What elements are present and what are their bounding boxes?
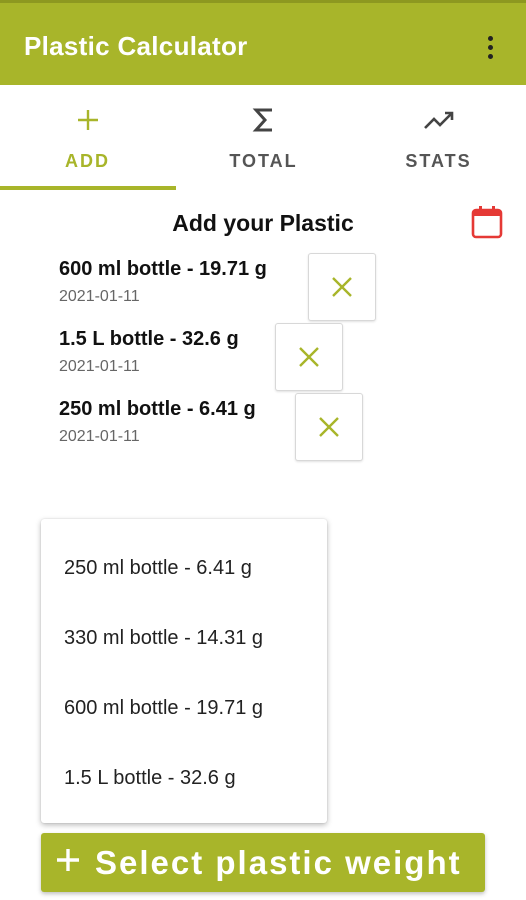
select-plastic-weight-button[interactable]: Select plastic weight: [41, 833, 485, 892]
plus-icon: [0, 105, 175, 135]
calendar-icon[interactable]: [470, 204, 504, 240]
tab-add[interactable]: ADD: [0, 85, 175, 190]
more-vert-icon[interactable]: [476, 29, 504, 65]
tab-bar: ADD TOTAL STATS: [0, 85, 526, 190]
close-icon: [319, 417, 339, 437]
entry-title: 250 ml bottle - 6.41 g: [59, 398, 256, 420]
entry-date: 2021-01-11: [59, 288, 140, 305]
section-title: Add your Plastic: [172, 210, 354, 236]
menu-item[interactable]: 1.5 L bottle - 32.6 g: [64, 758, 236, 798]
sigma-icon: [176, 105, 351, 135]
close-icon: [332, 277, 352, 297]
plastic-entry: 250 ml bottle - 6.41 g 2021-01-11: [59, 398, 256, 446]
entry-title: 1.5 L bottle - 32.6 g: [59, 328, 239, 350]
tab-add-label: ADD: [65, 151, 110, 171]
plastic-entry: 600 ml bottle - 19.71 g 2021-01-11: [59, 258, 267, 306]
entry-title: 600 ml bottle - 19.71 g: [59, 258, 267, 280]
trending-up-icon: [351, 105, 526, 135]
menu-item[interactable]: 600 ml bottle - 19.71 g: [64, 688, 263, 728]
plastic-entry: 1.5 L bottle - 32.6 g 2021-01-11: [59, 328, 239, 376]
delete-entry-button[interactable]: [295, 393, 363, 461]
entry-date: 2021-01-11: [59, 358, 140, 375]
plastic-weight-menu: 250 ml bottle - 6.41 g 330 ml bottle - 1…: [41, 519, 327, 823]
plus-icon: [57, 849, 79, 871]
tab-stats-label: STATS: [405, 151, 472, 171]
menu-item[interactable]: 330 ml bottle - 14.31 g: [64, 618, 263, 658]
active-tab-indicator: [0, 186, 176, 190]
delete-entry-button[interactable]: [308, 253, 376, 321]
menu-item[interactable]: 250 ml bottle - 6.41 g: [64, 548, 252, 588]
delete-entry-button[interactable]: [275, 323, 343, 391]
close-icon: [299, 347, 319, 367]
tab-total-label: TOTAL: [229, 151, 298, 171]
select-plastic-weight-label: Select plastic weight: [95, 844, 462, 881]
app-title: Plastic Calculator: [24, 31, 248, 61]
app-bar: Plastic Calculator: [0, 0, 526, 85]
tab-stats[interactable]: STATS: [351, 85, 526, 190]
tab-total[interactable]: TOTAL: [176, 85, 351, 190]
entry-date: 2021-01-11: [59, 428, 140, 445]
